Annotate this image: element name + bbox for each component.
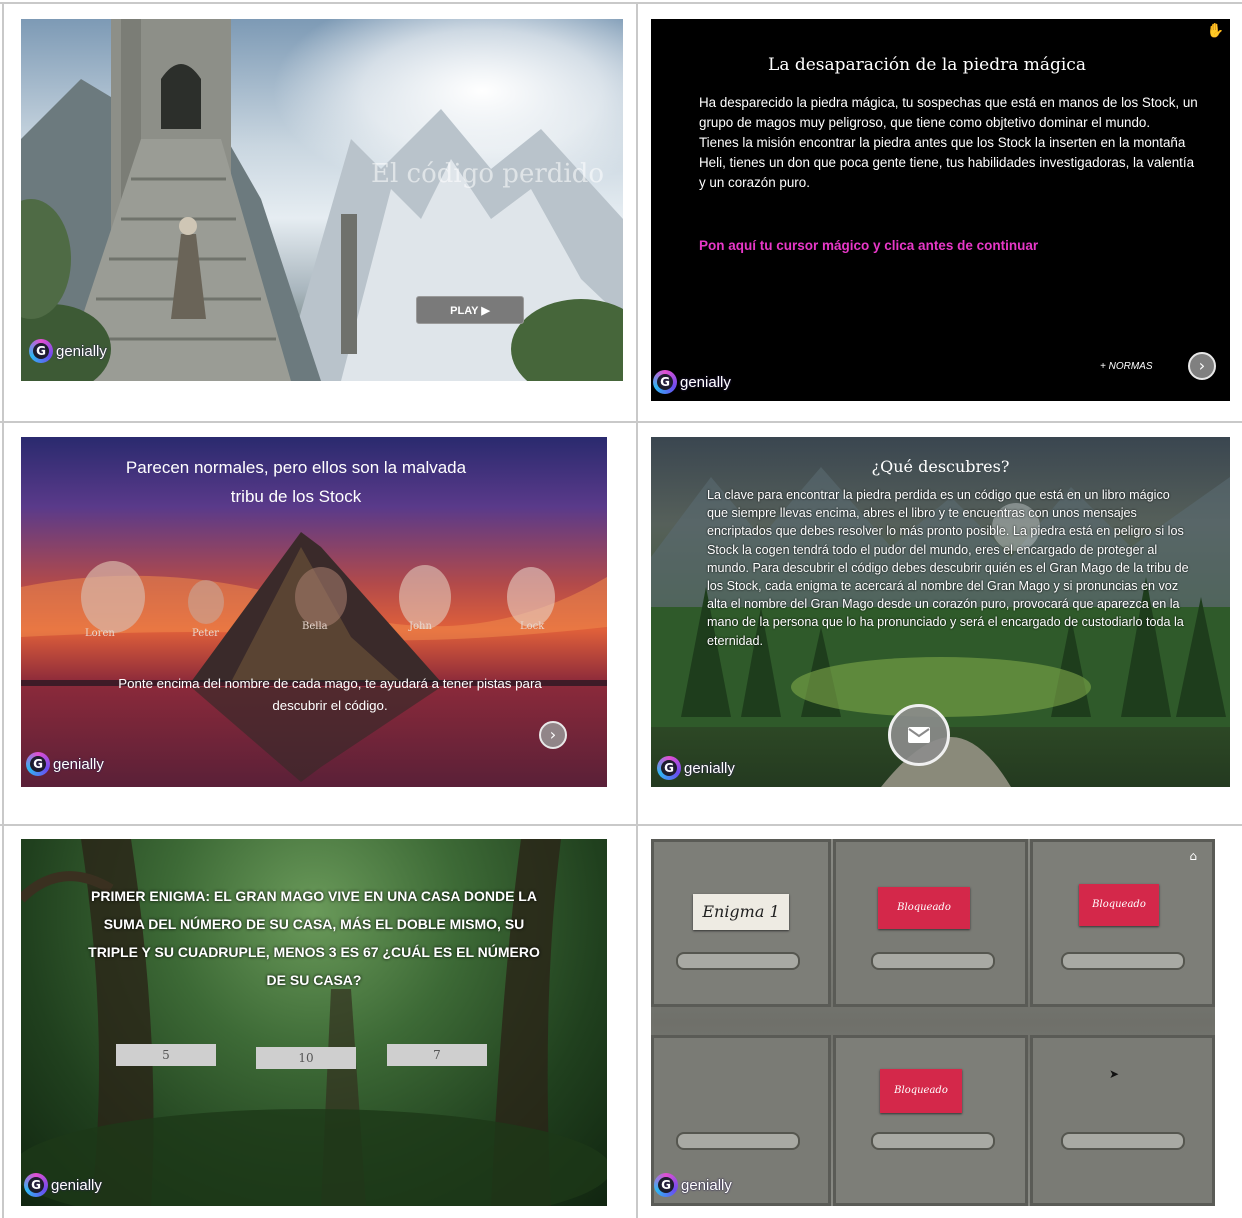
slides-grid: El código perdido PLAY ▶ G genially ✋ La… [0, 0, 1242, 1218]
genially-logo: G genially [29, 339, 107, 363]
drawer-label-enigma-1: Enigma 1 [693, 894, 789, 930]
normas-link[interactable]: + NORMAS [1100, 361, 1153, 372]
mage-name-peter[interactable]: Peter [192, 628, 219, 639]
genially-icon: G [657, 756, 681, 780]
genially-logo: G genially [24, 1173, 102, 1197]
home-icon[interactable]: ⌂ [1189, 849, 1197, 863]
discover-text: La clave para encontrar la piedra perdid… [707, 488, 1189, 648]
slide-drawers: Enigma 1 Bloqueado Bloqueado Bloqueado ⌂… [651, 839, 1215, 1206]
intro-paragraph-1: Ha desparecido la piedra mágica, tu sosp… [699, 95, 1198, 130]
genially-wordmark: genially [51, 1176, 102, 1194]
play-button[interactable]: PLAY ▶ [416, 296, 524, 324]
chevron-right-icon: › [1198, 356, 1206, 375]
slide-intro: ✋ La desaparación de la piedra mágica Ha… [651, 19, 1230, 401]
slide-stock-tribe: Parecen normales, pero ellos son la malv… [21, 437, 607, 787]
envelope-icon [908, 727, 930, 743]
drawer-label-locked: Bloqueado [1079, 884, 1159, 926]
cursor-arrow-icon: ➤ [1109, 1067, 1120, 1081]
grid-line-middle [636, 2, 638, 1218]
genially-logo: G genially [657, 756, 735, 780]
genially-wordmark: genially [53, 755, 104, 773]
drawer-handle [676, 1132, 800, 1150]
hand-cursor-icon: ✋ [1206, 23, 1224, 39]
intro-paragraph-2: Tienes la misión encontrar la piedra ant… [699, 135, 1195, 190]
slide-cover[interactable]: El código perdido PLAY ▶ G genially [21, 19, 623, 381]
drawer-label-locked: Bloqueado [880, 1069, 962, 1113]
grid-line-row1 [0, 421, 1242, 423]
answer-option-10[interactable]: 10 [256, 1047, 356, 1069]
genially-icon: G [26, 752, 50, 776]
intro-title: La desaparación de la piedra mágica [768, 55, 1086, 75]
drawer-handle [676, 952, 800, 970]
drawer-handle [1061, 1132, 1185, 1150]
genially-wordmark: genially [684, 759, 735, 777]
cover-title: El código perdido [371, 159, 605, 189]
tribe-footer: Ponte encima del nombre de cada mago, te… [118, 676, 542, 713]
next-button[interactable]: › [1188, 352, 1216, 380]
drawer-label-locked: Bloqueado [878, 887, 970, 929]
genially-icon: G [29, 339, 53, 363]
mage-name-loren[interactable]: Loren [85, 628, 115, 639]
answer-option-7[interactable]: 7 [387, 1044, 487, 1066]
grid-line-row2 [0, 824, 1242, 826]
answer-option-5[interactable]: 5 [116, 1044, 216, 1066]
mage-name-john[interactable]: John [409, 621, 432, 632]
magic-cursor-hotspot[interactable]: Pon aquí tu cursor mágico y clica antes … [699, 238, 1038, 253]
next-button[interactable]: › [539, 721, 567, 749]
chevron-right-icon: › [549, 725, 557, 744]
grid-line-top [0, 2, 1242, 4]
genially-wordmark: genially [56, 342, 107, 360]
open-envelope-button[interactable] [888, 704, 950, 766]
intro-text: Ha desparecido la piedra mágica, tu sosp… [699, 93, 1199, 193]
slide-enigma-1: PRIMER ENIGMA: EL GRAN MAGO VIVE EN UNA … [21, 839, 607, 1206]
genially-logo: G genially [654, 1173, 732, 1197]
drawer-handle [1061, 952, 1185, 970]
drawer-locked-3[interactable] [833, 1035, 1028, 1206]
enigma-question: PRIMER ENIGMA: EL GRAN MAGO VIVE EN UNA … [88, 888, 540, 988]
drawer-handle [871, 952, 995, 970]
genially-logo: G genially [26, 752, 104, 776]
genially-wordmark: genially [680, 373, 731, 391]
genially-icon: G [653, 370, 677, 394]
tribe-title: Parecen normales, pero ellos son la malv… [125, 458, 467, 506]
mage-name-lock[interactable]: Lock [520, 621, 544, 632]
genially-icon: G [24, 1173, 48, 1197]
genially-wordmark: genially [681, 1176, 732, 1194]
slide-discover: ¿Qué descubres? La clave para encontrar … [651, 437, 1230, 787]
mountains-illustration [21, 19, 623, 381]
genially-icon: G [654, 1173, 678, 1197]
discover-title: ¿Qué descubres? [871, 457, 1010, 476]
mage-name-bella[interactable]: Bella [302, 621, 328, 632]
grid-line-left [2, 2, 4, 1218]
genially-logo: G genially [653, 370, 731, 394]
drawer-empty-2[interactable] [1030, 1035, 1215, 1206]
drawer-handle [871, 1132, 995, 1150]
